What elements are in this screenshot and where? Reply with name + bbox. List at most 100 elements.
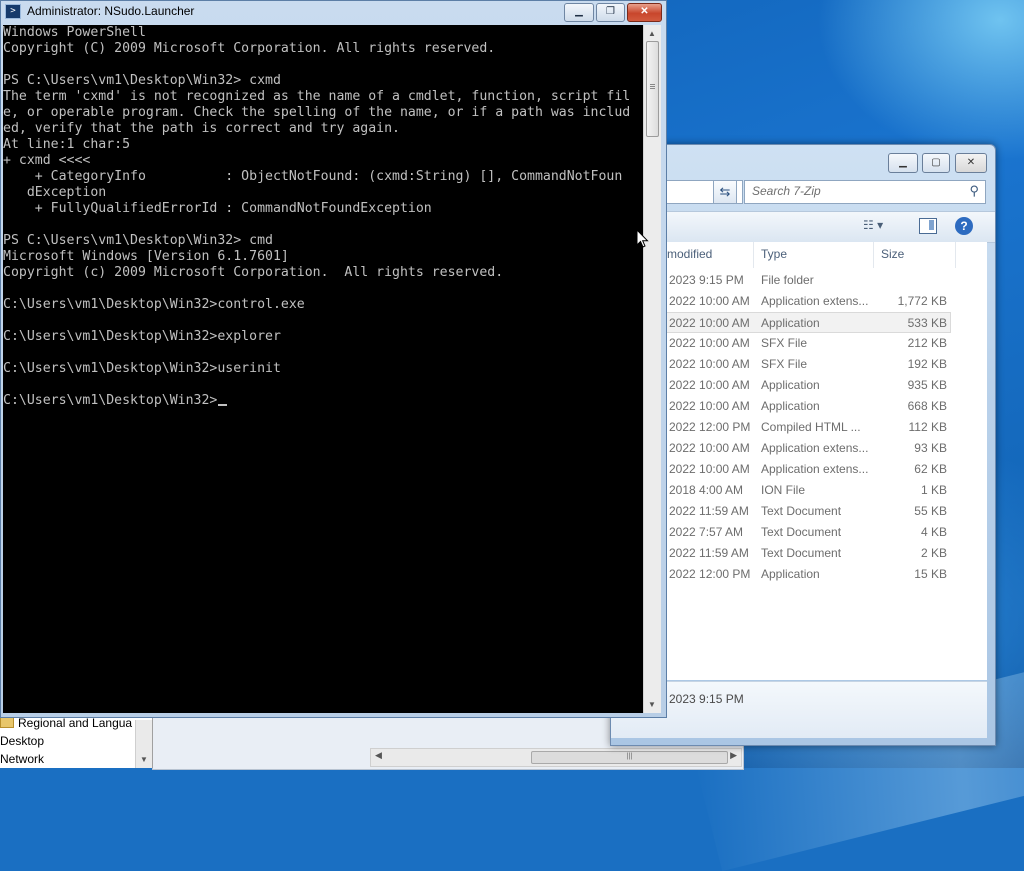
refresh-icon: ⇆ [719,184,731,199]
minimize-icon: ▁ [899,157,907,168]
text-cursor [218,404,228,406]
explorer-maximize-button[interactable]: ▢ [922,153,950,173]
console-line: ed, verify that the path is correct and … [3,121,400,136]
size-cell: 668 KB [907,399,947,413]
date-modified-cell: 2022 10:00 AM [669,336,750,350]
date-modified-cell: 2022 10:00 AM [669,294,750,308]
console-line: + CategoryInfo : ObjectNotFound: (cxmd:S… [3,169,623,184]
console-line: The term 'cxmd' is not recognized as the… [3,89,631,104]
type-cell: Application [761,316,820,330]
type-cell: Text Document [761,504,842,518]
scrollbar-thumb[interactable] [646,41,659,137]
size-cell: 1 KB [920,483,947,497]
date-modified-cell: 2022 10:00 AM [669,462,750,476]
date-modified-cell: 2022 11:59 AM [669,546,749,560]
scroll-down-arrow-icon[interactable]: ▼ [648,700,656,709]
column-header-size[interactable]: Size [881,242,956,268]
console-vertical-scrollbar[interactable]: ▲ ▼ [643,25,661,713]
date-modified-cell: 2022 11:59 AM [669,504,749,518]
date-modified-cell: 2022 10:00 AM [669,357,750,371]
date-modified-cell: 2022 10:00 AM [669,441,750,455]
details-pane: 2023 9:15 PM [611,681,987,738]
console-line: C:\Users\vm1\Desktop\Win32>control.exe [3,297,305,312]
console-line: PS C:\Users\vm1\Desktop\Win32> cmd [3,233,273,248]
date-modified-cell: 2022 12:00 PM [669,420,751,434]
explorer-close-button[interactable]: ✕ [955,153,987,173]
refresh-button[interactable]: ⇆ [713,180,737,204]
console-line: dException [3,185,107,200]
type-cell: Application [761,567,820,581]
column-header-type[interactable]: Type [761,242,874,268]
scroll-down-arrow-icon[interactable]: ▼ [140,755,148,764]
date-modified-cell: 2022 7:57 AM [669,525,744,539]
size-cell: 192 KB [907,357,947,371]
console-line: At line:1 char:5 [3,137,131,152]
type-cell: SFX File [761,336,808,350]
size-cell: 533 KB [907,316,947,330]
search-placeholder: Search 7-Zip [752,184,821,198]
explorer-toolbar: ☷ ▾ ? [611,211,995,243]
scrollbar-thumb[interactable]: ||| [531,751,728,764]
date-modified-cell: 2022 10:00 AM [669,399,750,413]
console-line: Microsoft Windows [Version 6.1.7601] [3,249,289,264]
size-cell: 1,772 KB [897,294,947,308]
type-cell: Compiled HTML ... [761,420,861,434]
window-title: Administrator: NSudo.Launcher [27,4,195,18]
nav-item-regional[interactable]: Regional and Langua [0,716,132,730]
details-modified-date: 2023 9:15 PM [669,692,744,706]
size-cell: 2 KB [920,546,947,560]
console-line: C:\Users\vm1\Desktop\Win32>userinit [3,361,281,376]
type-cell: Application extens... [761,441,869,455]
type-cell: Text Document [761,546,842,560]
close-button[interactable]: ✕ [627,3,662,22]
scroll-right-arrow-icon[interactable]: ▶ [730,750,737,761]
size-cell: 55 KB [914,504,947,518]
console-app-icon: > [5,4,21,19]
help-icon[interactable]: ? [955,217,973,235]
date-modified-cell: 2018 4:00 AM [669,483,744,497]
scroll-up-arrow-icon[interactable]: ▲ [648,29,656,38]
type-cell: SFX File [761,357,808,371]
type-cell: Application [761,378,820,392]
search-icon[interactable]: ⚲ [969,183,979,199]
restore-button[interactable]: ❐ [596,3,625,22]
type-cell: ION File [761,483,806,497]
column-header-modified[interactable]: modified [667,242,754,268]
console-line: e, or operable program. Check the spelli… [3,105,631,120]
console-line: + cxmd <<<< [3,153,91,168]
type-cell: Application extens... [761,462,869,476]
nav-scrollbar[interactable]: ▼ [135,720,152,768]
date-modified-cell: 2022 12:00 PM [669,567,751,581]
console-titlebar[interactable]: > Administrator: NSudo.Launcher ▁ ❐ ✕ [1,1,668,23]
nav-item-network[interactable]: Network [0,752,44,766]
date-modified-cell: 2023 9:15 PM [669,273,744,287]
console-output[interactable]: Windows PowerShell Copyright (C) 2009 Mi… [3,25,643,713]
console-text: Windows PowerShell Copyright (C) 2009 Mi… [3,25,630,409]
background-horizontal-scrollbar[interactable]: ◀ ||| ▶ [370,748,742,767]
size-cell: 93 KB [914,441,947,455]
console-line: Windows PowerShell [3,25,146,40]
size-cell: 935 KB [907,378,947,392]
file-list: modified Type Size 2023 9:15 PM File fold… [611,242,987,680]
maximize-icon: ▢ [931,157,941,168]
minimize-button[interactable]: ▁ [564,3,594,22]
search-input[interactable]: Search 7-Zip ⚲ [744,180,986,204]
date-modified-cell: 2022 10:00 AM [669,316,750,330]
change-view-button[interactable]: ☷ ▾ [863,218,883,232]
explorer-window: ▁ ▢ ✕ ▼ ⇆ Search 7-Zip ⚲ ☷ ▾ ? modified … [610,144,996,746]
size-cell: 62 KB [914,462,947,476]
type-cell: Text Document [761,525,842,539]
size-cell: 112 KB [908,420,947,434]
preview-pane-icon[interactable] [919,218,937,234]
console-line: PS C:\Users\vm1\Desktop\Win32> cxmd [3,73,281,88]
type-cell: File folder [761,273,814,287]
console-line: C:\Users\vm1\Desktop\Win32>explorer [3,329,281,344]
explorer-minimize-button[interactable]: ▁ [888,153,918,173]
size-cell: 4 KB [920,525,947,539]
console-line: Copyright (c) 2009 Microsoft Corporation… [3,265,504,280]
scroll-left-arrow-icon[interactable]: ◀ [375,750,382,761]
console-line: C:\Users\vm1\Desktop\Win32> [3,393,218,408]
nav-item-desktop[interactable]: Desktop [0,734,44,748]
date-modified-cell: 2022 10:00 AM [669,378,750,392]
close-icon: ✕ [966,157,976,168]
